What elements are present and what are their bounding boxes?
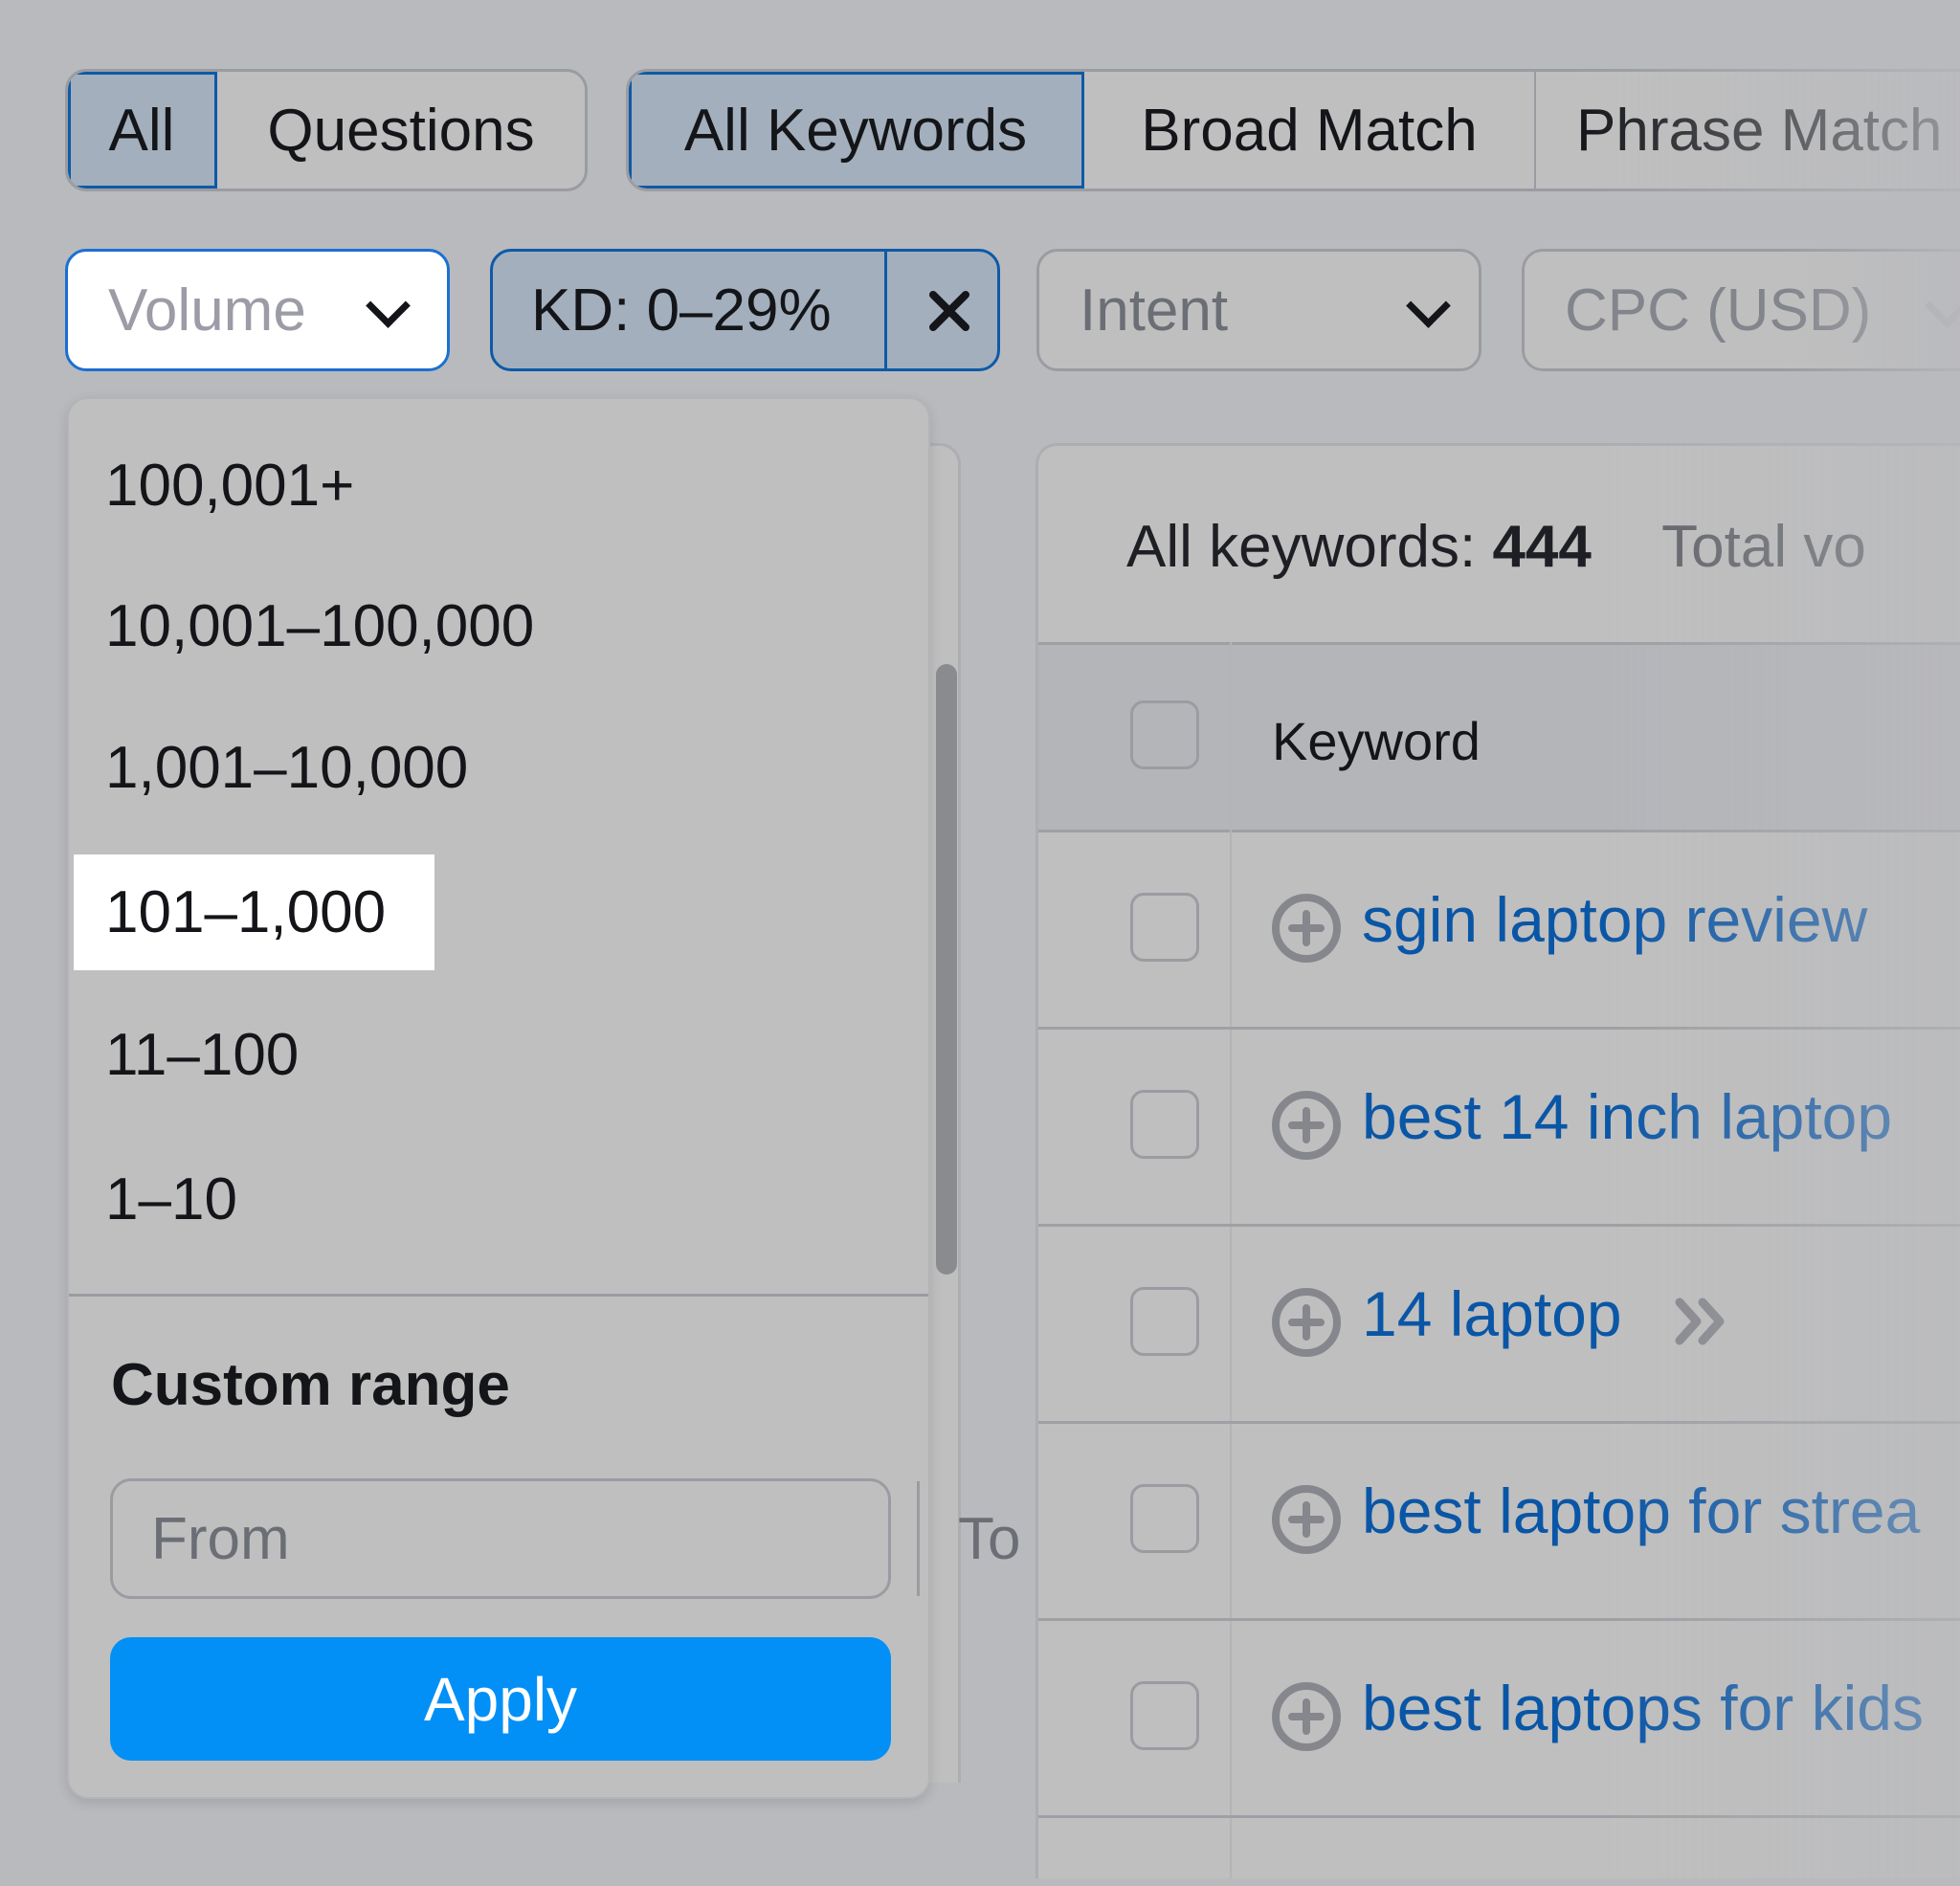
double-chevron-right-icon[interactable] — [1672, 1297, 1729, 1346]
volume-dropdown-menu: 100,001+ 10,001–100,000 1,001–10,000 101… — [67, 397, 1724, 1799]
cpc-filter-dropdown[interactable]: CPC (USD) — [1522, 249, 1960, 371]
table-row: best 14 inch laptop — [1038, 1027, 1960, 1227]
kd-filter-label: KD: 0–29% — [531, 277, 832, 344]
keyword-link[interactable]: 14 laptop — [1362, 1277, 1622, 1350]
chevron-down-icon — [366, 283, 411, 328]
dropdown-divider — [69, 1294, 928, 1297]
add-to-list-icon[interactable] — [1271, 893, 1342, 964]
select-all-checkbox[interactable] — [1130, 700, 1199, 769]
kd-filter-divider — [884, 252, 887, 368]
chevron-down-icon — [1406, 283, 1451, 328]
volume-filter-label: Volume — [108, 277, 306, 344]
volume-filter-dropdown[interactable]: Volume — [65, 249, 450, 371]
row-checkbox[interactable] — [1130, 1090, 1199, 1159]
keyword-link[interactable]: sgin laptop review — [1362, 883, 1867, 956]
row-checkbox[interactable] — [1130, 893, 1199, 962]
keyword-count: 444 — [1492, 514, 1592, 580]
table-header: Keyword — [1038, 642, 1960, 832]
row-checkbox[interactable] — [1130, 1287, 1199, 1356]
volume-option-highlighted[interactable]: 101–1,000 — [74, 854, 434, 970]
total-volume-label: Total vo — [1661, 514, 1866, 580]
add-to-list-icon[interactable] — [1271, 1681, 1342, 1752]
custom-range-title: Custom range — [111, 1352, 510, 1418]
close-icon[interactable] — [910, 269, 989, 353]
apply-button[interactable]: Apply — [110, 1637, 891, 1761]
chevron-down-icon — [1925, 283, 1960, 328]
range-from-input[interactable] — [113, 1481, 920, 1596]
row-checkbox[interactable] — [1130, 1681, 1199, 1750]
tab-phrase-match[interactable]: Phrase Match — [1536, 72, 1960, 189]
keywords-summary: All keywords: 444 Total vo — [1126, 513, 1866, 581]
tab-broad-match[interactable]: Broad Match — [1084, 72, 1536, 189]
add-to-list-icon[interactable] — [1271, 1090, 1342, 1161]
intent-filter-dropdown[interactable]: Intent — [1036, 249, 1481, 371]
summary-label: All keywords: — [1126, 514, 1477, 580]
tab-all-keywords[interactable]: All Keywords — [629, 72, 1084, 189]
tab-all[interactable]: All — [68, 72, 217, 189]
keyword-link[interactable]: best laptops for kids — [1362, 1672, 1924, 1744]
question-filter-tabs: All Questions — [65, 69, 588, 191]
kd-filter-chip[interactable]: KD: 0–29% — [490, 249, 1000, 371]
column-header-keyword[interactable]: Keyword — [1272, 710, 1481, 772]
table-row: best laptops for kids — [1038, 1618, 1960, 1818]
volume-option[interactable]: 100,001+ — [69, 428, 452, 544]
results-panel: All keywords: 444 Total vo Keyword sgin … — [1036, 443, 1960, 1886]
table-row: sgin laptop review — [1038, 830, 1960, 1030]
volume-option[interactable]: 11–100 — [69, 997, 452, 1113]
intent-filter-label: Intent — [1080, 277, 1229, 344]
custom-range-inputs — [110, 1478, 1724, 1599]
volume-option[interactable]: 10,001–100,000 — [69, 568, 739, 684]
tab-questions[interactable]: Questions — [217, 72, 585, 189]
match-type-tabs: All Keywords Broad Match Phrase Match — [626, 69, 1960, 191]
table-row: 14 laptop — [1038, 1224, 1960, 1424]
volume-option[interactable]: 1,001–10,000 — [69, 710, 643, 826]
volume-option[interactable]: 1–10 — [69, 1142, 452, 1257]
keyword-link[interactable]: best 14 inch laptop — [1362, 1080, 1892, 1153]
dropdown-scrollbar[interactable] — [936, 664, 957, 1275]
cpc-filter-label: CPC (USD) — [1565, 277, 1872, 344]
add-to-list-icon[interactable] — [1271, 1287, 1342, 1358]
range-to-input[interactable] — [920, 1481, 1724, 1596]
